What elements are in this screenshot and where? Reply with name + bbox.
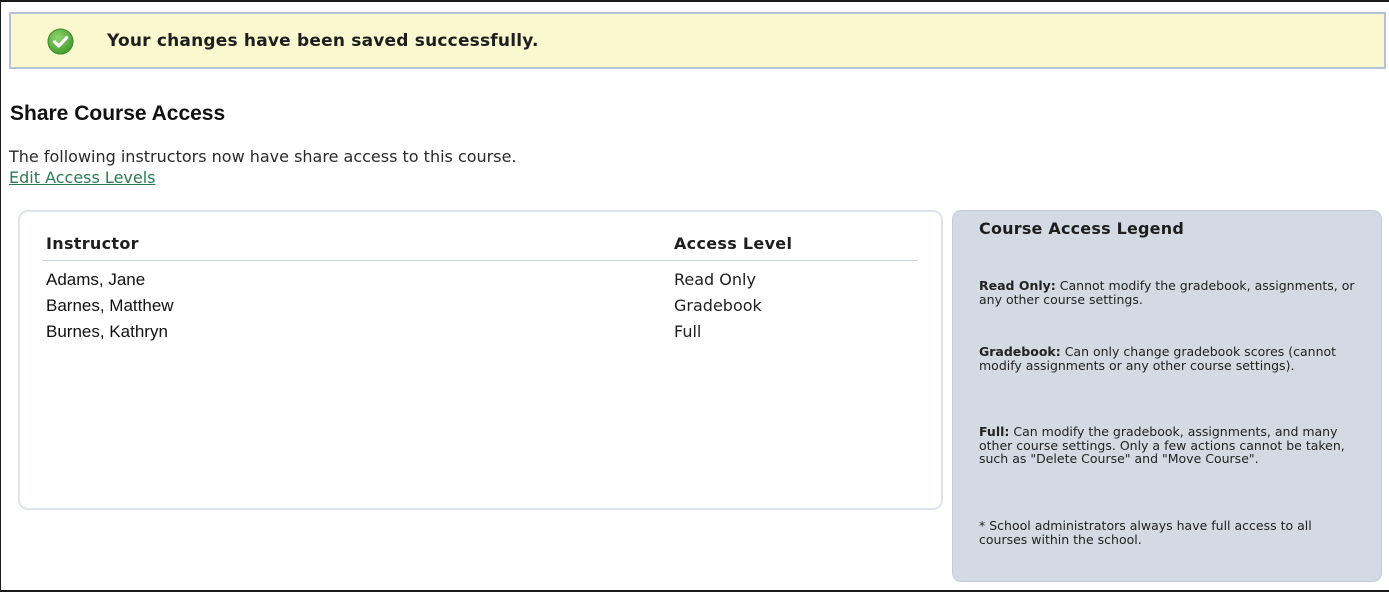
access-level: Full	[674, 322, 702, 341]
instructor-name: Burnes, Kathryn	[46, 322, 168, 341]
access-level: Read Only	[674, 270, 756, 289]
legend-item-gradebook: Gradebook: Can only change gradebook sco…	[979, 345, 1359, 372]
edit-access-levels-link[interactable]: Edit Access Levels	[9, 168, 156, 187]
table-row: Burnes, Kathryn Full	[20, 322, 941, 348]
instructor-table: Instructor Access Level Adams, Jane Read…	[18, 210, 943, 510]
page-description: The following instructors now have share…	[9, 147, 517, 166]
column-header-access-level: Access Level	[674, 234, 793, 253]
access-legend-panel: Course Access Legend Read Only: Cannot m…	[952, 210, 1382, 582]
legend-title: Course Access Legend	[979, 219, 1184, 238]
legend-item-read-only: Read Only: Cannot modify the gradebook, …	[979, 279, 1359, 306]
access-level: Gradebook	[674, 296, 762, 315]
instructor-name: Adams, Jane	[46, 270, 146, 289]
success-message: Your changes have been saved successfull…	[107, 31, 539, 51]
table-row: Adams, Jane Read Only	[20, 270, 941, 296]
column-header-instructor: Instructor	[46, 234, 139, 253]
check-circle-icon	[47, 28, 74, 55]
legend-item-full: Full: Can modify the gradebook, assignme…	[979, 425, 1359, 466]
header-divider	[42, 260, 918, 261]
legend-description: Can modify the gradebook, assignments, a…	[979, 424, 1345, 466]
instructor-name: Barnes, Matthew	[46, 296, 174, 315]
page-title: Share Course Access	[10, 102, 226, 125]
success-banner: Your changes have been saved successfull…	[9, 12, 1386, 69]
legend-note: * School administrators always have full…	[979, 518, 1312, 547]
table-row: Barnes, Matthew Gradebook	[20, 296, 941, 322]
